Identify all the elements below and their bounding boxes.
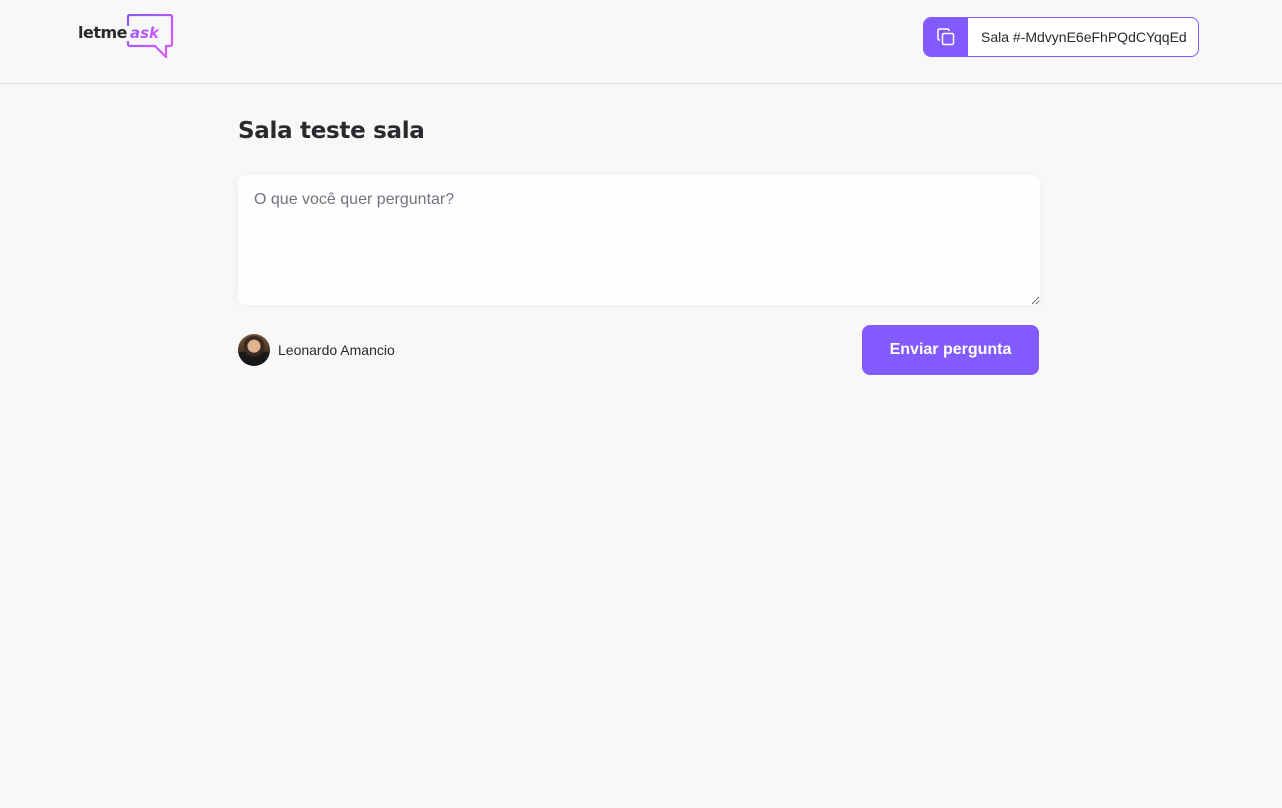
user-info: Leonardo Amancio [238, 334, 395, 366]
room-code-button[interactable]: Sala #-MdvynE6eFhPQdCYqqEd [923, 17, 1199, 57]
letmeask-logo[interactable]: ask letme [78, 14, 174, 60]
send-question-button[interactable]: Enviar pergunta [862, 325, 1039, 375]
logo-letme-text: letme [78, 23, 128, 42]
avatar [238, 334, 270, 366]
room-code-label: Sala #-MdvynE6eFhPQdCYqqEd [981, 29, 1187, 45]
user-name: Leonardo Amancio [278, 342, 395, 358]
question-input[interactable] [238, 175, 1040, 305]
copy-icon[interactable] [924, 18, 968, 56]
app-header: ask letme Sala #-MdvynE6eFhPQdCYqqEd [0, 0, 1282, 84]
logo-ask-text: ask [130, 24, 160, 42]
room-title: Sala teste sala [238, 118, 425, 144]
